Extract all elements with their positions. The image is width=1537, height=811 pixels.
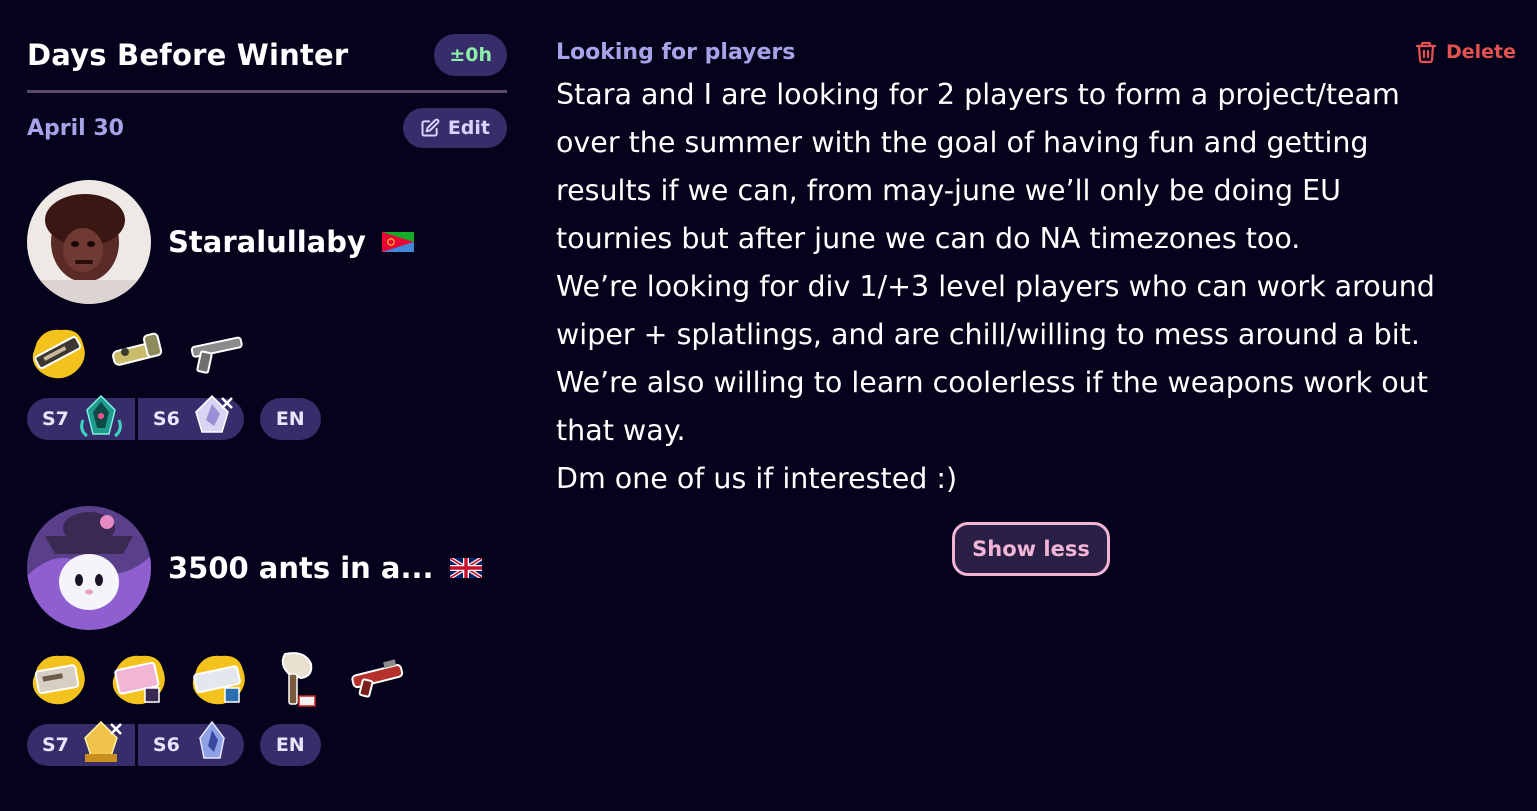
splatling-weapon-icon xyxy=(32,655,85,705)
edit-label: Edit xyxy=(447,117,490,139)
edit-icon xyxy=(421,118,440,137)
post-text-line: Stara and I are looking for 2 players to… xyxy=(556,78,1400,111)
member-header: 3500 ants in a... xyxy=(27,506,507,630)
rank-season: S7 xyxy=(42,734,69,756)
avatar[interactable] xyxy=(27,180,151,304)
member-header: Staralullaby xyxy=(27,180,507,304)
weapon-pool xyxy=(27,322,507,384)
post-text-line: tournies but after june we can do NA tim… xyxy=(556,222,1301,255)
post-date: April 30 xyxy=(27,115,124,141)
post-text-line: that way. xyxy=(556,414,686,447)
post-panel: Looking for players Delete Stara and I a… xyxy=(556,35,1516,576)
post-header: Looking for players Delete xyxy=(556,35,1516,69)
show-less-row: Show less xyxy=(556,522,1516,576)
brush-weapon-icon xyxy=(281,652,316,707)
weapon-pool xyxy=(27,648,507,710)
uk-flag-icon xyxy=(449,558,482,578)
splatling-weapon-icon xyxy=(112,655,165,705)
member-badges: S7 S6 EN xyxy=(27,720,507,766)
splatling-weapon-icon xyxy=(192,655,245,705)
rank-season: S6 xyxy=(152,734,180,756)
post-type-label: Looking for players xyxy=(556,39,796,65)
member-card: Staralullaby S7 S6 EN xyxy=(27,180,507,440)
team-header: Days Before Winter ±0h xyxy=(27,32,507,78)
rank-crystal-white-icon xyxy=(194,394,233,433)
rank-season: S7 xyxy=(42,408,69,430)
lfg-post-card: Days Before Winter ±0h April 30 Edit Sta… xyxy=(0,0,1537,811)
language-badge: EN xyxy=(259,398,321,440)
rank-badge[interactable]: S7 xyxy=(27,720,138,766)
rank-season: S6 xyxy=(152,408,180,430)
divider xyxy=(27,90,507,93)
rank-badge[interactable]: S6 xyxy=(137,394,244,440)
post-text-line: We’re looking for div 1/+3 level players… xyxy=(556,270,1435,303)
rank-group: S7 S6 xyxy=(27,394,244,440)
splatling-weapon-icon xyxy=(32,329,85,379)
rank-badge[interactable]: S6 xyxy=(137,720,244,766)
post-text-line: over the summer with the goal of having … xyxy=(556,126,1369,159)
member-name[interactable]: Staralullaby xyxy=(168,225,366,259)
shooter-weapon-icon xyxy=(351,659,404,698)
delete-button[interactable]: Delete xyxy=(1414,40,1516,64)
member-badges: S7 S6 EN xyxy=(27,394,507,440)
timezone-badge: ±0h xyxy=(434,34,507,76)
post-text-line: Dm one of us if interested :) xyxy=(556,462,958,495)
date-row: April 30 Edit xyxy=(27,107,507,149)
blaster-weapon-icon xyxy=(190,336,243,374)
rank-crystal-teal-icon xyxy=(80,394,122,438)
trash-icon xyxy=(1415,41,1437,64)
delete-label: Delete xyxy=(1445,41,1516,63)
edit-button[interactable]: Edit xyxy=(402,108,507,148)
rank-group: S7 S6 xyxy=(27,720,244,766)
language-badge: EN xyxy=(259,724,321,766)
slosher-weapon-icon xyxy=(112,332,163,366)
avatar[interactable] xyxy=(27,506,151,630)
post-text-line: wiper + splatlings, and are chill/willin… xyxy=(556,318,1420,351)
team-name: Days Before Winter xyxy=(27,38,349,72)
post-text-line: We’re also willing to learn coolerless i… xyxy=(556,366,1428,399)
show-less-button[interactable]: Show less xyxy=(952,522,1110,576)
rank-badge[interactable]: S7 xyxy=(27,394,138,440)
member-card: 3500 ants in a... S7 S6 EN xyxy=(27,506,507,766)
post-body: Stara and I are looking for 2 players to… xyxy=(556,71,1516,503)
team-panel: Days Before Winter ±0h April 30 Edit Sta… xyxy=(27,32,507,766)
rank-crystal-gold-icon xyxy=(84,720,122,762)
member-name[interactable]: 3500 ants in a... xyxy=(168,551,434,585)
eritrea-flag-icon xyxy=(381,232,414,252)
post-text-line: results if we can, from may-june we’ll o… xyxy=(556,174,1342,207)
rank-crystal-blue-icon xyxy=(199,720,225,759)
